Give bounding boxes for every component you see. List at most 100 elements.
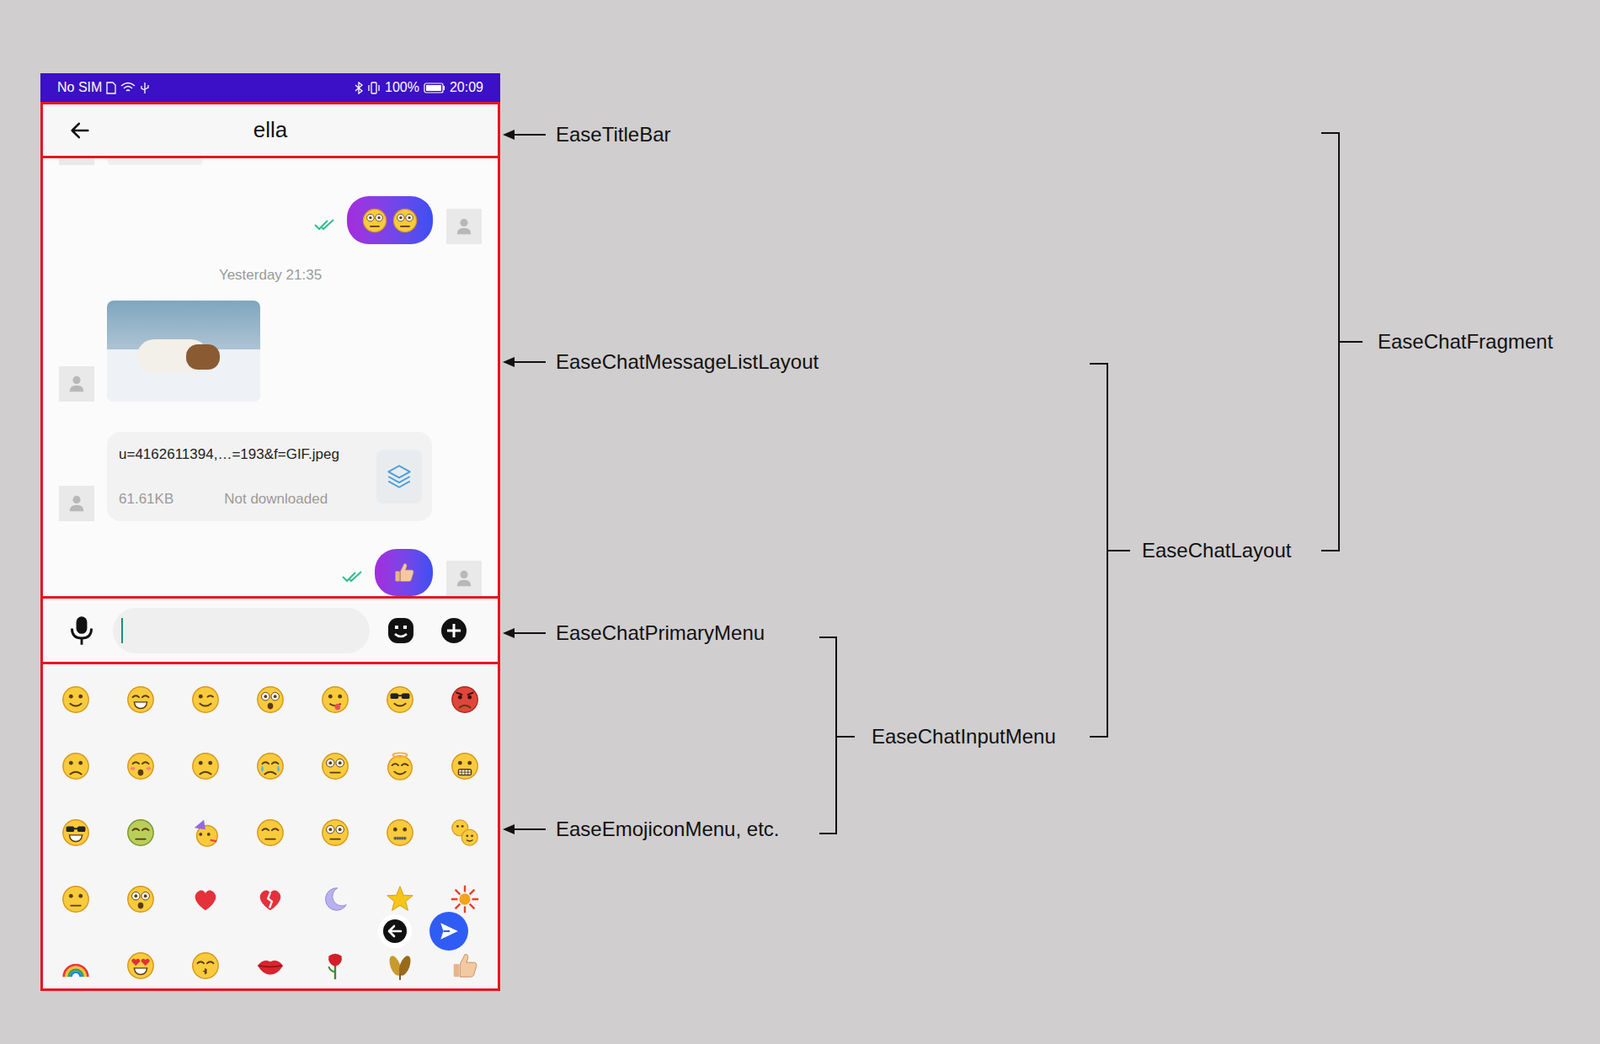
emoji-cell[interactable] (237, 666, 303, 733)
person-icon (454, 217, 474, 236)
sun-emoji-icon (448, 883, 481, 916)
emoji-cell[interactable] (42, 799, 108, 866)
time-text: 20:09 (449, 77, 484, 98)
tongue-emoji-icon (319, 683, 352, 716)
bluetooth-icon (354, 81, 363, 95)
carrier-text: No SIM (57, 77, 102, 98)
emoji-cell[interactable] (172, 666, 238, 733)
shock-emoji-icon (254, 683, 287, 716)
emoji-cell[interactable] (172, 732, 238, 800)
emoji-cell[interactable] (237, 799, 303, 866)
pointer-arrow-icon (502, 357, 546, 368)
component-label: EaseChatFragment (1377, 328, 1553, 356)
pointer-arrow-icon (502, 129, 546, 140)
avatar[interactable] (58, 158, 95, 166)
send-button[interactable] (429, 912, 469, 951)
avatar[interactable] (58, 485, 95, 522)
emoji-cell[interactable] (107, 932, 173, 992)
emoji-cell[interactable] (107, 865, 173, 933)
read-ticks-icon (341, 569, 365, 585)
emoji-cell[interactable] (42, 865, 108, 933)
phone-screen: No SIM100%20:09ellaYesterday 21:35u=4162… (40, 73, 501, 992)
roll-emoji-icon (319, 816, 352, 849)
moon-emoji-icon (319, 883, 352, 916)
status-bar: No SIM 100% 20:09 (40, 73, 501, 102)
component-label: EaseEmojiconMenu, etc. (555, 816, 779, 843)
leaves-emoji-icon (384, 949, 416, 982)
angry-emoji-icon (448, 683, 481, 716)
file-message-bubble[interactable]: u=4162611394,…=193&f=GIF.jpeg61.61KBNot … (106, 432, 432, 522)
file-name: u=4162611394,…=193&f=GIF.jpeg (118, 445, 368, 464)
component-label: EaseTitleBar (555, 121, 672, 149)
star-emoji-icon (384, 883, 416, 916)
emoji-cell[interactable] (368, 666, 433, 733)
avatar[interactable] (58, 366, 95, 402)
layers-icon (384, 462, 414, 491)
curly-bracket-icon (819, 637, 855, 834)
emoji-cell[interactable] (42, 932, 108, 992)
emoji-cell[interactable] (432, 799, 498, 866)
primary-menu (40, 596, 501, 665)
avatar[interactable] (446, 560, 482, 597)
emoji-cell[interactable] (42, 666, 108, 733)
emoji-cell[interactable] (303, 865, 368, 933)
emoji-cell[interactable] (237, 932, 303, 992)
curly-bracket-icon (1089, 363, 1131, 737)
rose-emoji-icon (319, 949, 352, 982)
grin-emoji-icon (124, 683, 157, 716)
lips-emoji-icon (254, 949, 287, 982)
diagram: No SIM100%20:09ellaYesterday 21:35u=4162… (0, 0, 1600, 1044)
pointer-arrow-icon (502, 824, 546, 835)
emoji-cell[interactable] (368, 799, 433, 866)
battery-text: 100% (384, 77, 420, 98)
kiss-emoji-icon (189, 949, 222, 982)
emoji-toggle-icon[interactable] (386, 616, 416, 646)
emoji-cell[interactable] (172, 932, 238, 992)
emoji-cell[interactable] (172, 799, 238, 866)
emoji-cell[interactable] (237, 732, 303, 800)
stare-emoji-icon (319, 750, 352, 783)
emoji-cell[interactable] (303, 732, 368, 800)
emoji-cell[interactable] (303, 932, 368, 992)
message-bubble[interactable] (106, 158, 203, 166)
back-arrow-icon[interactable] (68, 118, 92, 143)
emoji-cell[interactable] (107, 732, 173, 800)
usb-icon (139, 81, 150, 95)
emoji-cell[interactable] (432, 666, 498, 733)
image-message[interactable] (106, 300, 261, 402)
emoji-cell[interactable] (172, 865, 238, 933)
emoji-cell[interactable] (237, 865, 303, 933)
emoji-cell[interactable] (107, 799, 173, 866)
message-input[interactable] (112, 608, 370, 654)
emoji-cell[interactable] (42, 732, 108, 800)
plus-icon[interactable] (439, 616, 469, 646)
photo-dog-head (186, 344, 220, 370)
curly-bracket-icon (1321, 133, 1363, 551)
emoji-cell[interactable] (303, 799, 368, 866)
rainbow-emoji-icon (59, 949, 92, 982)
emoji-cell[interactable] (368, 732, 433, 800)
thumb-emoji-icon (391, 560, 417, 586)
file-size: 61.61KB (118, 490, 174, 508)
message-list[interactable]: Yesterday 21:35u=4162611394,…=193&f=GIF.… (40, 155, 501, 599)
person-icon (454, 569, 474, 588)
backspace-arrow-icon (381, 917, 409, 945)
sad-emoji-icon (59, 750, 92, 783)
emoji-message-bubble[interactable] (346, 196, 433, 245)
sick-emoji-icon (124, 816, 157, 849)
party-emoji-icon (189, 816, 222, 849)
emoji-cell[interactable] (432, 732, 498, 800)
emoji-cell[interactable] (303, 666, 368, 733)
send-icon (437, 920, 460, 943)
nerd-emoji-icon (59, 816, 92, 849)
heart-emoji-icon (189, 883, 222, 916)
emoji-message-bubble[interactable] (374, 549, 433, 597)
avatar[interactable] (446, 208, 482, 245)
love-emoji-icon (124, 949, 157, 982)
delete-button[interactable] (378, 914, 412, 949)
outgoing-message-row (42, 549, 498, 597)
emoji-cell[interactable] (107, 666, 173, 733)
vibrate-icon (367, 81, 381, 95)
person-icon (67, 494, 86, 513)
microphone-icon[interactable] (68, 615, 96, 646)
